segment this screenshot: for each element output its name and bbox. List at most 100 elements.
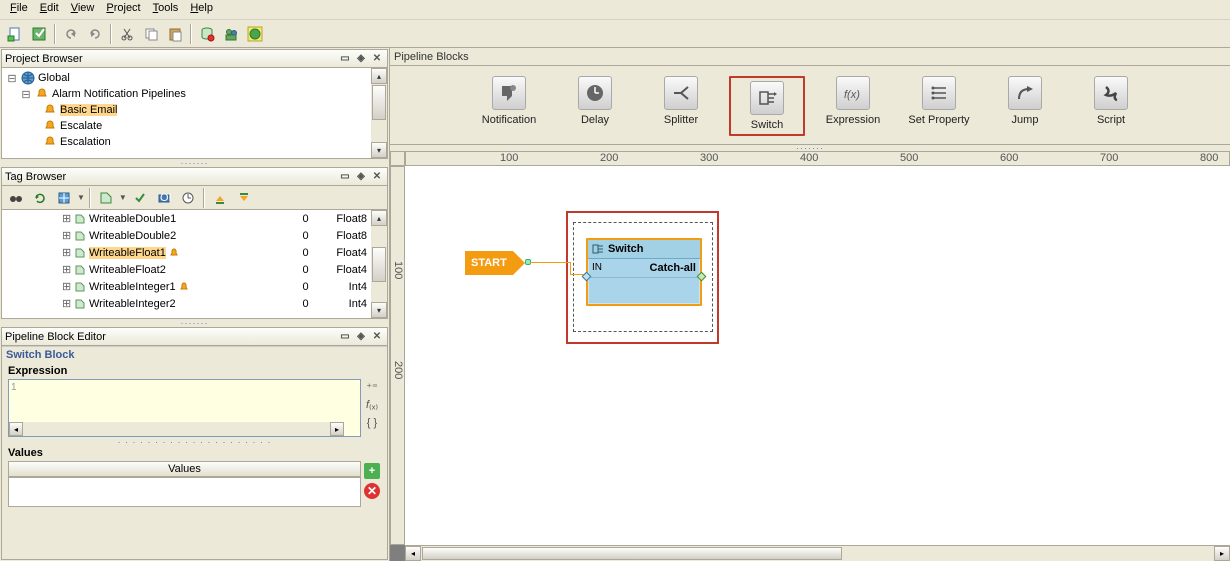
bell-icon [169,248,179,258]
tag-icon [73,214,87,224]
world-icon[interactable] [244,23,266,45]
tree-node[interactable]: Escalation [60,136,111,148]
scrollbar[interactable]: ▴▾ [371,68,387,158]
pipeline-wire [530,262,570,263]
palette-switch-selected[interactable]: Switch [729,76,805,136]
values-label: Values [2,445,387,461]
palette-script[interactable]: Script [1073,76,1149,136]
copy-icon[interactable] [140,23,162,45]
menu-edit[interactable]: Edit [34,1,65,18]
switch-block-group: Switch Block [2,346,387,363]
expression-textarea[interactable]: 1 ◂▸ [8,379,361,437]
users-icon[interactable] [220,23,242,45]
close-icon[interactable]: ✕ [370,170,384,184]
switch-block[interactable]: Switch IN Catch-all [586,238,702,306]
tag-table[interactable]: ⊞WriteableDouble10Float8 ⊞WriteableDoubl… [2,210,371,312]
expression-label: Expression [2,363,387,379]
jump-icon [1008,76,1042,110]
tag-row-selected[interactable]: ⊞WriteableFloat1 0Float4 [2,244,371,261]
values-column-header: Values [8,461,361,477]
tag-row[interactable]: ⊞WriteableDouble10Float8 [2,210,371,227]
export-icon[interactable] [233,187,255,209]
palette-delay[interactable]: Delay [557,76,633,136]
project-browser-panel: Project Browser ▭ ◈ ✕ ⊟Global ⊟Alarm Not… [1,49,388,159]
binoculars-icon[interactable] [5,187,27,209]
tag-row[interactable]: ⊞WriteableFloat20Float4 [2,261,371,278]
refresh-icon[interactable] [29,187,51,209]
close-icon[interactable]: ✕ [370,52,384,66]
canvas-scrollbar[interactable]: ◂▸ [405,545,1230,561]
pipeline-blocks-title: Pipeline Blocks [390,48,1230,66]
palette-notification[interactable]: Notification [471,76,547,136]
pin-icon[interactable]: ◈ [354,170,368,184]
menu-view[interactable]: View [65,1,101,18]
tag-row[interactable]: ⊞WriteableInteger20Int4 [2,295,371,312]
db-icon[interactable] [196,23,218,45]
tag-row[interactable]: ⊞WriteableDouble20Float8 [2,227,371,244]
plus-equals-icon[interactable]: ⁺⁼ [363,379,381,395]
values-list[interactable] [8,477,361,507]
scrollbar[interactable]: ▴▾ [371,210,387,318]
check-icon[interactable] [129,187,151,209]
import-icon[interactable] [209,187,231,209]
menu-tools[interactable]: Tools [147,1,185,18]
remove-value-button[interactable]: ✕ [364,483,380,499]
main-toolbar [0,20,1230,48]
paste-icon[interactable] [164,23,186,45]
restore-icon[interactable]: ▭ [338,330,352,344]
bell-icon [42,135,58,149]
tag-row[interactable]: ⊞WriteableInteger1 0Int4 [2,278,371,295]
save-icon[interactable] [28,23,50,45]
pbe-title: Pipeline Block Editor [5,331,336,343]
tag-icon[interactable] [95,187,117,209]
braces-icon[interactable]: { } [363,415,381,431]
script-icon [1094,76,1128,110]
tree-node[interactable]: Escalate [60,120,102,132]
tree-node-selected[interactable]: Basic Email [60,104,117,116]
palette-splitter[interactable]: Splitter [643,76,719,136]
switch-icon [592,243,604,255]
tree-node[interactable]: Global [38,72,70,84]
tag-browser-panel: Tag Browser ▭ ◈ ✕ ▼ ▼ OPC [1,167,388,319]
undo-icon[interactable] [60,23,82,45]
resize-grip[interactable]: ······· [0,320,389,326]
menu-help[interactable]: Help [184,1,219,18]
pipeline-canvas[interactable]: START Switch IN Catch-all [405,166,1230,545]
close-icon[interactable]: ✕ [370,330,384,344]
project-browser-title: Project Browser [5,53,336,65]
svg-text:f(x): f(x) [844,89,860,101]
line-number: 1 [11,382,17,393]
in-port-label: IN [592,262,610,274]
pipeline-block-editor-panel: Pipeline Block Editor ▭ ◈ ✕ Switch Block… [1,327,388,560]
start-block[interactable]: START [465,251,513,275]
block-palette: Notification Delay Splitter Switch f(x) … [390,66,1230,145]
redo-icon[interactable] [84,23,106,45]
bell-icon [179,282,189,292]
restore-icon[interactable]: ▭ [338,170,352,184]
switch-icon [750,81,784,115]
new-icon[interactable] [4,23,26,45]
menu-bar: File Edit View Project Tools Help [0,0,1230,20]
globe-icon [20,71,36,85]
resize-grip[interactable]: ······· [0,160,389,166]
restore-icon[interactable]: ▭ [338,52,352,66]
pin-icon[interactable]: ◈ [354,52,368,66]
fx-icon[interactable]: f₍ₓ₎ [363,397,381,413]
tree-node[interactable]: Alarm Notification Pipelines [52,88,186,100]
catch-all-label: Catch-all [610,262,696,274]
menu-project[interactable]: Project [100,1,146,18]
palette-expression[interactable]: f(x) Expression [815,76,891,136]
grid-icon[interactable] [53,187,75,209]
palette-set-property[interactable]: Set Property [901,76,977,136]
clock-icon[interactable] [177,187,199,209]
add-value-button[interactable]: + [364,463,380,479]
opc-icon[interactable]: OPC [153,187,175,209]
svg-text:OPC: OPC [160,192,171,204]
tag-browser-title: Tag Browser [5,171,336,183]
project-tree[interactable]: ⊟Global ⊟Alarm Notification Pipelines Ba… [2,68,387,152]
palette-jump[interactable]: Jump [987,76,1063,136]
ruler-horizontal: 100 200 300 400 500 600 700 800 [405,151,1230,166]
menu-file[interactable]: File [4,1,34,18]
pin-icon[interactable]: ◈ [354,330,368,344]
cut-icon[interactable] [116,23,138,45]
